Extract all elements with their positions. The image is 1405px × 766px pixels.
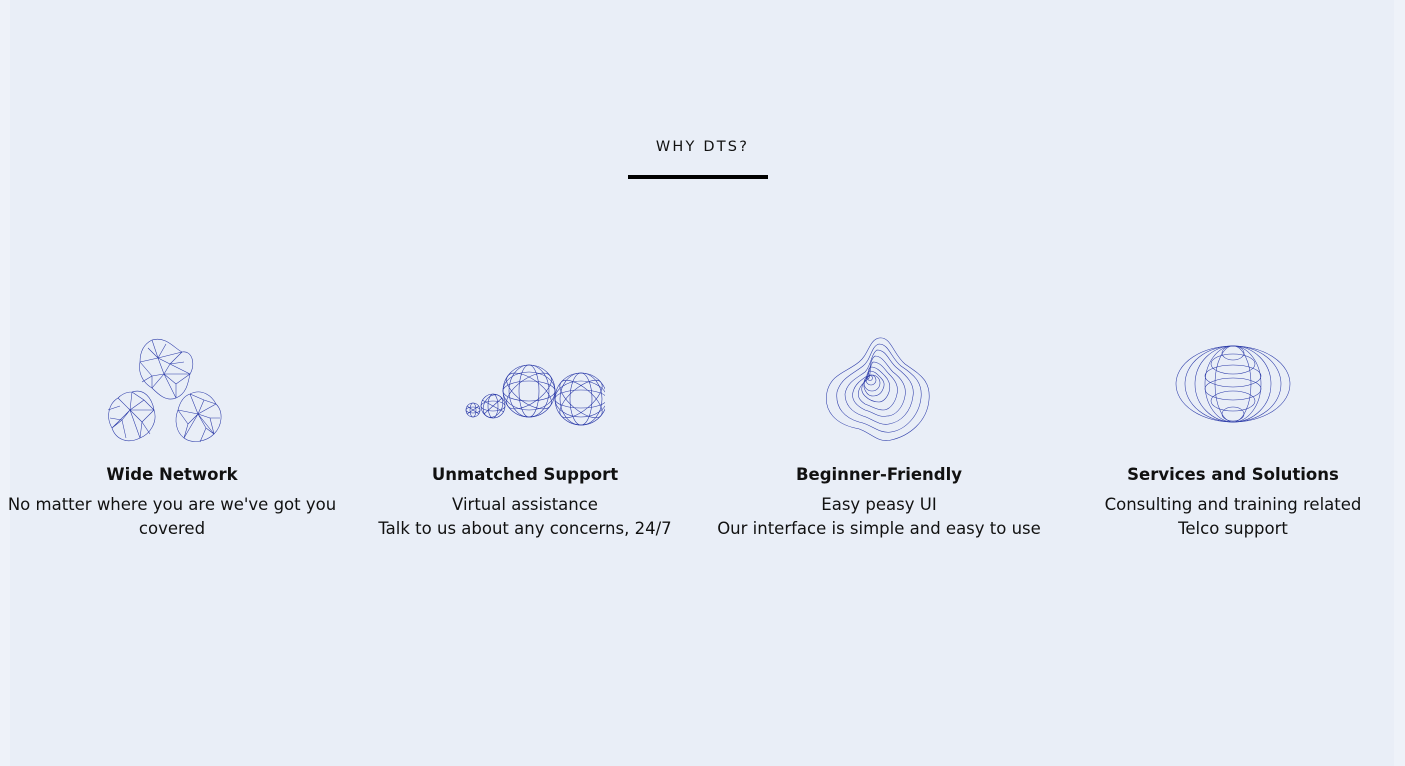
feature-description: Easy peasy UI Our interface is simple an…: [709, 493, 1049, 541]
feature-description-line: Our interface is simple and easy to use: [717, 519, 1041, 538]
feature-beginner-friendly: Beginner-Friendly Easy peasy UI Our inte…: [709, 334, 1049, 541]
feature-wide-network: Wide Network No matter where you are we'…: [2, 334, 342, 541]
feature-title: Unmatched Support: [431, 465, 619, 484]
feature-description: Virtual assistance Talk to us about any …: [355, 493, 695, 541]
feature-title: Beginner-Friendly: [795, 465, 963, 484]
feature-description-line: Telco support: [1178, 519, 1288, 538]
feature-title: Wide Network: [106, 465, 238, 484]
heading-underline: [628, 175, 768, 179]
feature-description-line: Consulting and training related: [1104, 495, 1362, 514]
feature-description-line: No matter where you are we've got you co…: [7, 495, 337, 538]
contour-rings-icon: [826, 337, 930, 441]
ellipsoid-rings-icon: [1175, 345, 1291, 423]
feature-description-line: Virtual assistance: [452, 495, 598, 514]
feature-unmatched-support: Unmatched Support Virtual assistance Tal…: [355, 334, 695, 541]
wireframe-blobs-icon: [107, 338, 222, 443]
feature-description-line: Easy peasy UI: [821, 495, 937, 514]
feature-title: Services and Solutions: [1127, 465, 1339, 484]
feature-services-and-solutions: Services and Solutions Consulting and tr…: [1063, 334, 1403, 541]
wireframe-spheres-icon: [465, 364, 605, 426]
section-heading: WHY DTS?: [655, 139, 750, 155]
feature-description: Consulting and training related Telco su…: [1063, 493, 1403, 541]
feature-description: No matter where you are we've got you co…: [2, 493, 342, 541]
feature-description-line: Talk to us about any concerns, 24/7: [378, 519, 672, 538]
